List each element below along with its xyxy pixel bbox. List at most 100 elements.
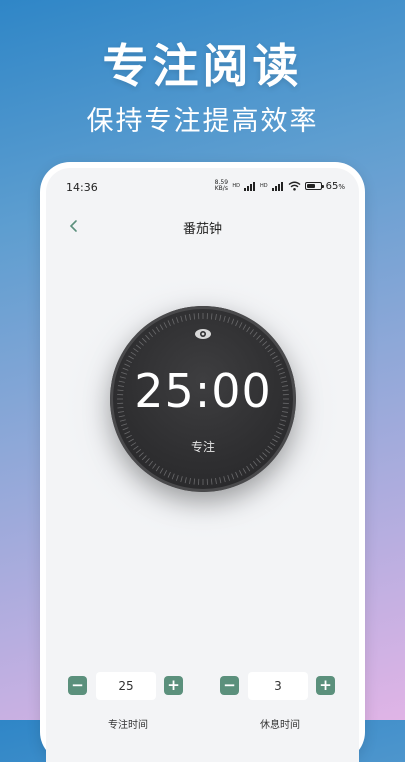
focus-increment-button[interactable]: + xyxy=(164,676,183,695)
focus-time-value[interactable]: 25 xyxy=(96,672,156,700)
dial-tick xyxy=(156,466,159,471)
dial-tick xyxy=(232,319,234,325)
dial-tick xyxy=(243,325,246,330)
dial-tick xyxy=(168,320,170,325)
focus-time-label: 专注时间 xyxy=(68,716,188,731)
dial-tick xyxy=(149,332,153,337)
dial-tick xyxy=(211,479,212,485)
focus-decrement-button[interactable]: − xyxy=(68,676,87,695)
dial-tick xyxy=(152,464,156,469)
dial-tick xyxy=(211,313,212,319)
dial-tick xyxy=(250,329,254,334)
rest-time-stepper: − 3 + xyxy=(220,672,340,698)
dial-tick xyxy=(181,476,183,482)
hd-label: HD xyxy=(232,183,240,189)
promo-title: 专注阅读 xyxy=(0,30,405,96)
dial-tick xyxy=(164,470,167,475)
dial-tick xyxy=(265,345,270,349)
rest-time-label: 休息时间 xyxy=(220,716,340,731)
battery-icon xyxy=(305,182,322,190)
battery-percent: 65% xyxy=(326,181,345,192)
dial-tick xyxy=(272,356,277,359)
status-icons: 8.59 KB/s HD HD xyxy=(214,180,345,192)
phone-frame: 14:36 8.59 KB/s HD HD xyxy=(40,162,365,762)
dial-tick xyxy=(239,470,242,475)
dial-tick xyxy=(120,420,126,422)
dial-tick xyxy=(228,475,230,481)
dial-tick xyxy=(262,341,266,345)
dial-tick xyxy=(142,456,146,460)
dial-tick xyxy=(220,315,221,321)
dial-tick xyxy=(247,466,250,471)
dial-tick xyxy=(243,468,246,473)
dial-tick xyxy=(236,472,238,477)
dial-tick xyxy=(278,428,284,430)
promo-subtitle: 保持专注提高效率 xyxy=(0,99,405,138)
dial-tick xyxy=(194,479,195,485)
rest-increment-button[interactable]: + xyxy=(316,676,335,695)
dial-tick xyxy=(239,322,242,327)
dial-tick xyxy=(139,341,143,345)
rest-decrement-button[interactable]: − xyxy=(220,676,239,695)
dial-tick xyxy=(257,458,261,462)
dial-tick xyxy=(145,335,149,339)
dial-tick xyxy=(250,464,254,469)
dial-tick xyxy=(133,348,138,352)
timer-display: 25:00 xyxy=(110,364,296,418)
dial-tick xyxy=(260,456,264,460)
dial-tick xyxy=(152,329,156,334)
status-time: 14:36 xyxy=(66,181,98,194)
dial-tick xyxy=(268,348,273,352)
dial-tick xyxy=(228,317,230,323)
dial-tick xyxy=(181,316,183,322)
dial-tick xyxy=(136,345,141,349)
dial-tick xyxy=(123,428,129,430)
dial-tick xyxy=(124,432,129,434)
dial-tick xyxy=(149,461,153,466)
dial-tick xyxy=(232,474,234,480)
dial-tick xyxy=(216,478,217,484)
focus-time-stepper: − 25 + xyxy=(68,672,188,698)
dial-tick xyxy=(216,314,217,320)
dial-tick xyxy=(176,317,178,323)
dial-tick xyxy=(160,468,163,473)
page-title: 番茄钟 xyxy=(46,218,359,237)
dial-tick xyxy=(224,476,226,482)
dial-tick xyxy=(176,475,178,481)
dial-tick xyxy=(129,356,134,359)
dial-tick xyxy=(142,338,146,342)
rest-time-value[interactable]: 3 xyxy=(248,672,308,700)
dial-tick xyxy=(279,424,285,426)
dial-tick xyxy=(172,474,174,480)
dial-tick xyxy=(190,478,191,484)
dial-tick xyxy=(185,315,186,321)
dial-tick xyxy=(185,477,186,483)
dial-tick xyxy=(160,325,163,330)
dial-tick xyxy=(257,335,261,339)
network-speed-unit: KB/s xyxy=(214,186,228,192)
dial-tick xyxy=(194,313,195,319)
dial-tick xyxy=(220,477,221,483)
dial-tick xyxy=(172,319,174,325)
hd-label-2: HD xyxy=(260,183,268,189)
dial-tick xyxy=(224,316,226,322)
dial-tick xyxy=(168,472,170,477)
dial-tick xyxy=(121,424,127,426)
wifi-icon xyxy=(288,181,301,191)
dial-tick xyxy=(131,352,136,355)
signal-icon xyxy=(244,182,256,191)
battery-fill xyxy=(307,184,315,188)
dial-tick xyxy=(164,322,167,327)
eye-icon xyxy=(194,328,212,340)
dial-tick xyxy=(190,314,191,320)
dial-tick xyxy=(156,327,159,332)
dial-tick xyxy=(280,420,286,422)
network-speed: 8.59 KB/s xyxy=(214,180,228,192)
dial-tick xyxy=(270,352,275,355)
dial-tick xyxy=(236,320,238,325)
pomodoro-dial[interactable]: 25:00 专注 xyxy=(110,306,296,492)
nav-bar: 番茄钟 xyxy=(46,214,359,238)
app-screen: 14:36 8.59 KB/s HD HD xyxy=(46,168,359,762)
dial-tick xyxy=(276,432,281,434)
dial-tick xyxy=(145,458,149,462)
